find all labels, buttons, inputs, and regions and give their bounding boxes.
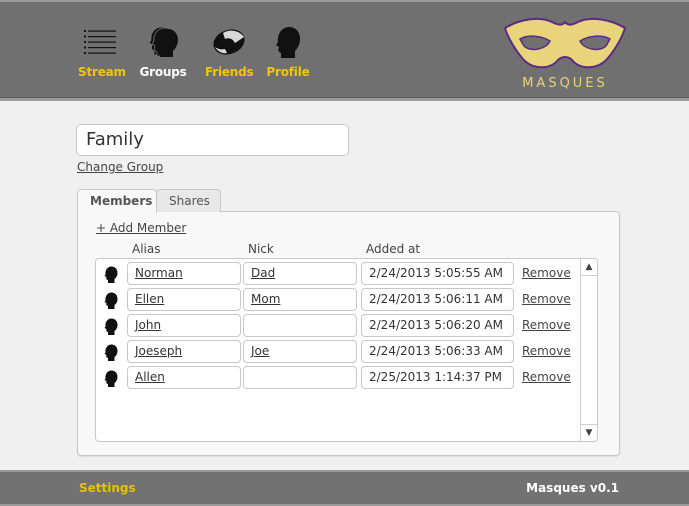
member-added-at: 2/24/2013 5:06:11 AM (361, 288, 514, 311)
member-row: Joeseph Joe 2/24/2013 5:06:33 AM Remove (96, 340, 581, 364)
nav-friends-label: Friends (205, 65, 254, 79)
remove-member-link[interactable]: Remove (522, 370, 571, 384)
member-alias[interactable]: Joeseph (127, 340, 241, 363)
member-alias[interactable]: Ellen (127, 288, 241, 311)
app-footer: Settings Masques v0.1 (0, 470, 689, 506)
settings-link[interactable]: Settings (79, 481, 136, 495)
member-nick[interactable] (243, 314, 357, 337)
member-head-icon (104, 318, 118, 335)
member-added-at: 2/24/2013 5:05:55 AM (361, 262, 514, 285)
vertical-scrollbar[interactable]: ▲ ▼ (580, 259, 597, 441)
tab-members[interactable]: Members (77, 189, 157, 213)
masquerade-mask-icon (503, 17, 627, 69)
member-nick[interactable]: Joe (243, 340, 357, 363)
app-header: Stream Groups Friends Profile MASQUES (0, 0, 689, 101)
profile-head-icon (266, 24, 310, 60)
nav-stream-label: Stream (78, 65, 126, 79)
member-alias[interactable]: Allen (127, 366, 241, 389)
nav-friends[interactable]: Friends (205, 24, 254, 79)
column-header-added-at: Added at (366, 242, 421, 256)
group-name-field[interactable]: Family (76, 124, 349, 156)
column-header-alias: Alias (132, 242, 161, 256)
nav-groups-label: Groups (139, 65, 187, 79)
member-nick[interactable]: Dad (243, 262, 357, 285)
member-added-at: 2/25/2013 1:14:37 PM (361, 366, 514, 389)
remove-member-link[interactable]: Remove (522, 344, 571, 358)
remove-member-link[interactable]: Remove (522, 318, 571, 332)
add-member-link[interactable]: + Add Member (96, 221, 186, 235)
nav-profile[interactable]: Profile (266, 24, 310, 79)
column-header-nick: Nick (248, 242, 274, 256)
member-head-icon (104, 266, 118, 283)
members-list: Norman Dad 2/24/2013 5:05:55 AM Remove E… (95, 258, 598, 442)
tab-shares[interactable]: Shares (156, 189, 221, 212)
scroll-down-arrow-icon[interactable]: ▼ (581, 424, 597, 441)
member-nick[interactable] (243, 366, 357, 389)
change-group-link[interactable]: Change Group (77, 160, 163, 174)
masques-logo: MASQUES (500, 14, 630, 94)
app-version: Masques v0.1 (526, 481, 619, 495)
remove-member-link[interactable]: Remove (522, 292, 571, 306)
member-head-icon (104, 344, 118, 361)
nav-stream[interactable]: Stream (78, 24, 126, 79)
scroll-up-arrow-icon[interactable]: ▲ (581, 259, 597, 276)
member-nick[interactable]: Mom (243, 288, 357, 311)
member-head-icon (104, 370, 118, 387)
member-row: Allen 2/25/2013 1:14:37 PM Remove (96, 366, 581, 390)
member-added-at: 2/24/2013 5:06:20 AM (361, 314, 514, 337)
handshake-icon (205, 24, 253, 60)
member-row: Ellen Mom 2/24/2013 5:06:11 AM Remove (96, 288, 581, 312)
groups-heads-icon (139, 24, 187, 60)
remove-member-link[interactable]: Remove (522, 266, 571, 280)
nav-groups[interactable]: Groups (139, 24, 187, 79)
logo-text: MASQUES (522, 76, 608, 91)
stream-list-icon (78, 24, 124, 60)
member-row: Norman Dad 2/24/2013 5:05:55 AM Remove (96, 262, 581, 286)
member-alias[interactable]: Norman (127, 262, 241, 285)
nav-profile-label: Profile (266, 65, 310, 79)
member-alias[interactable]: John (127, 314, 241, 337)
member-row: John 2/24/2013 5:06:20 AM Remove (96, 314, 581, 338)
member-head-icon (104, 292, 118, 309)
member-added-at: 2/24/2013 5:06:33 AM (361, 340, 514, 363)
